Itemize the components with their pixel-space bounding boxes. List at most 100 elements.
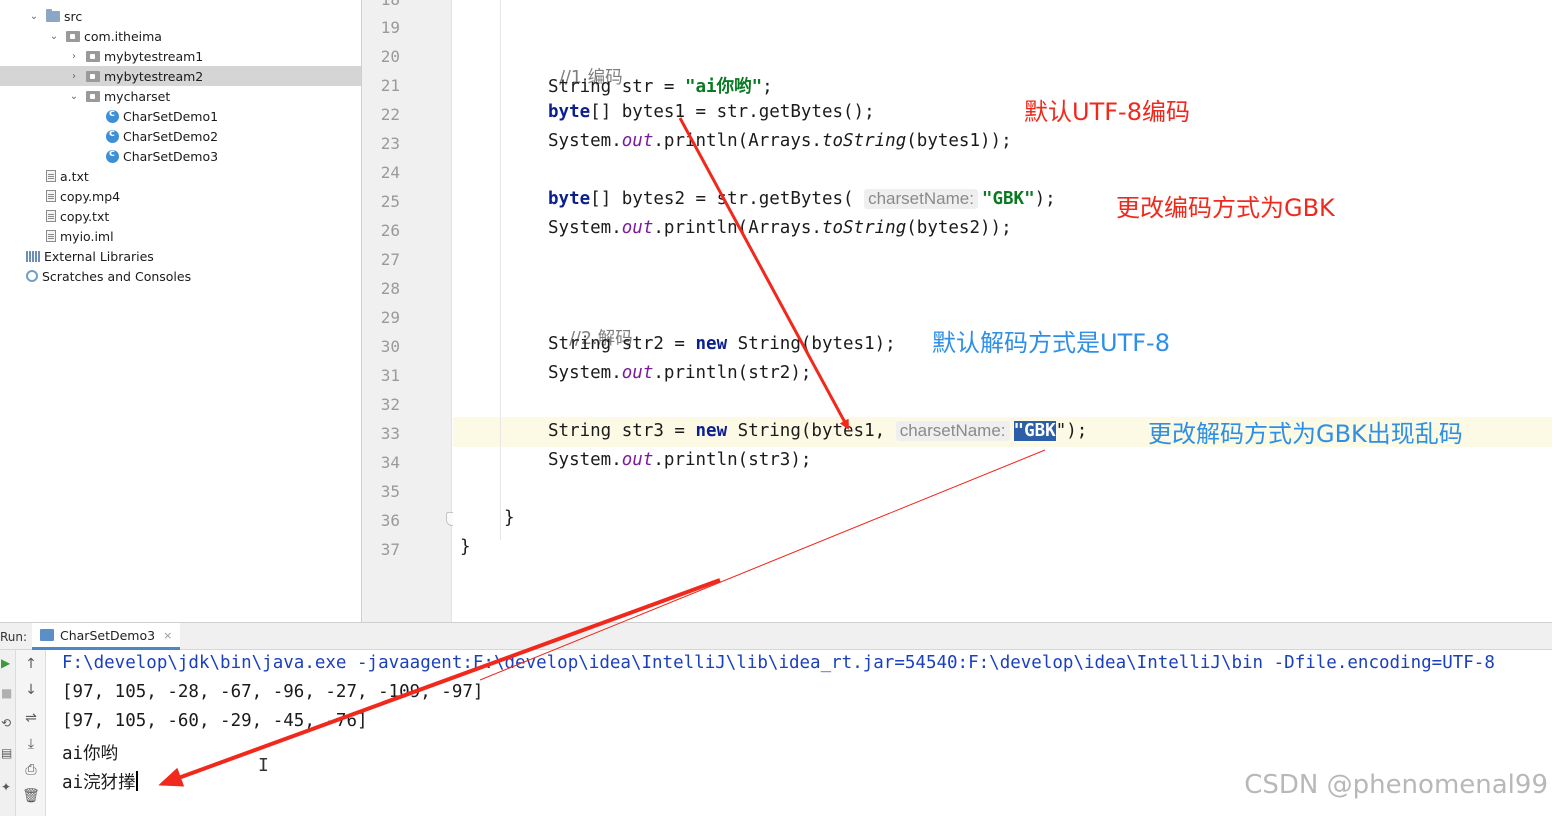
close-icon[interactable]: × [163,629,172,642]
tree-item-label: copy.txt [60,208,110,224]
keyword: byte [548,189,591,209]
tree-item-label: mybytestream1 [104,48,204,64]
class-icon [106,148,119,163]
parameter-hint: charsetName: [895,421,1010,441]
tree-item[interactable]: › mybytestream2 [0,66,361,86]
static-field: out [621,450,654,470]
line-number: 27 [380,250,400,269]
package-icon [86,50,100,62]
scroll-down-icon[interactable]: ↓ [16,682,46,698]
code-text: ; [762,77,773,97]
file-icon [46,210,56,222]
tree-item-label: CharSetDemo2 [123,128,219,144]
tree-item[interactable]: ⌄ src [0,6,361,26]
console-line: F:\develop\jdk\bin\java.exe -javaagent:F… [62,653,1495,673]
tree-item[interactable]: copy.mp4 [0,186,361,206]
restore-layout-icon[interactable]: ⟲ [1,716,11,730]
code-text: System. [548,131,622,151]
text-caret [135,771,138,791]
tree-item-label: CharSetDemo3 [123,148,219,164]
trash-icon[interactable]: 🗑 [16,788,46,804]
keyword: new [695,421,728,441]
code-text: "); [1055,421,1088,441]
line-number: 33 [380,424,400,443]
tree-item[interactable]: › mybytestream1 [0,46,361,66]
code-text: .println(Arrays. [653,218,822,238]
scroll-to-end-icon[interactable]: ⤓ [16,736,46,752]
code-text: String(bytes1); [727,334,896,354]
chevron-right-icon[interactable]: › [68,51,80,62]
tree-item-label: myio.iml [60,228,114,244]
code-text: String str3 = [548,421,696,441]
code-text: [] bytes2 = str.getBytes( [590,189,865,209]
tree-item[interactable]: CharSetDemo3 [0,146,361,166]
code-line-21[interactable]: String str = "ai你哟"; [548,73,773,98]
code-line-34[interactable]: System.out.println(str3); [548,450,811,470]
code-line-30[interactable]: String str2 = new String(bytes1); [548,334,896,354]
code-line-33[interactable]: String str3 = new String(bytes1, charset… [548,421,1087,441]
line-number: 23 [380,134,400,153]
run-label: Run: [0,630,28,644]
class-icon [106,128,119,143]
selected-string-literal: "GBK [1013,421,1056,441]
code-line-22[interactable]: byte[] bytes1 = str.getBytes(); [548,102,875,122]
code-line-23[interactable]: System.out.println(Arrays.toString(bytes… [548,131,1012,151]
run-panel-header: Run: CharSetDemo3 × [0,622,1552,650]
tab-title: CharSetDemo3 [60,627,156,643]
package-icon [86,90,100,102]
tree-item[interactable]: External Libraries [0,246,361,266]
tree-item[interactable]: ⌄ mycharset [0,86,361,106]
keyword: byte [548,102,591,122]
code-text: ); [1034,189,1056,209]
code-line-31[interactable]: System.out.println(str2); [548,363,811,383]
pin-icon[interactable]: ✦ [1,780,11,794]
camera-icon[interactable]: ▤ [1,746,12,760]
print-icon[interactable]: ⎙ [16,762,46,778]
line-number: 26 [380,221,400,240]
code-text: (bytes2)); [906,218,1012,238]
tree-item[interactable]: CharSetDemo2 [0,126,361,146]
line-number-gutter: 18 19 20 21 22 23 24 25 26 27 28 29 30 31 32 33 34 35 36 3… [362,0,452,622]
code-text: .println(Arrays. [653,131,822,151]
indent-guide [500,0,501,540]
annotation-default-decoding-utf8: 默认解码方式是UTF-8 [932,329,1170,357]
code-line-25[interactable]: byte[] bytes2 = str.getBytes( charsetNam… [548,189,1056,209]
chevron-down-icon[interactable]: ⌄ [68,91,80,102]
tree-item-label: mybytestream2 [104,68,204,84]
code-text: System. [548,450,622,470]
line-number: 25 [380,192,400,211]
code-text: .println(str2); [653,363,812,383]
stop-icon[interactable]: ■ [1,686,12,700]
file-icon [46,190,56,202]
package-icon [86,70,100,82]
line-number: 20 [380,47,400,66]
tree-item[interactable]: Scratches and Consoles [0,266,361,286]
code-line-37[interactable]: } [460,537,471,557]
code-line-26[interactable]: System.out.println(Arrays.toString(bytes… [548,218,1012,238]
console-line: [97, 105, -60, -29, -45, -76] [62,711,368,731]
chevron-right-icon[interactable]: › [68,71,80,82]
code-text: System. [548,218,622,238]
rerun-icon[interactable]: ▶ [1,656,10,670]
file-icon [46,230,56,242]
chevron-down-icon[interactable]: ⌄ [28,11,40,22]
console-line: [97, 105, -28, -67, -96, -27, -109, -97] [62,682,484,702]
scroll-up-icon[interactable]: ↑ [16,656,46,672]
line-number: 22 [380,105,400,124]
tree-item[interactable]: myio.iml [0,226,361,246]
tree-item-label: External Libraries [44,248,154,264]
tree-item[interactable]: copy.txt [0,206,361,226]
tree-item[interactable]: a.txt [0,166,361,186]
chevron-down-icon[interactable]: ⌄ [48,31,60,42]
tree-item-label: com.itheima [84,28,162,44]
line-number: 29 [380,308,400,327]
line-number: 21 [380,76,400,95]
tree-item[interactable]: ⌄ com.itheima [0,26,361,46]
tree-item[interactable]: CharSetDemo1 [0,106,361,126]
tree-item-label: CharSetDemo1 [123,108,219,124]
soft-wrap-icon[interactable]: ⇌ [16,710,46,726]
parameter-hint: charsetName: [864,189,978,209]
code-line-36[interactable]: } [504,508,515,528]
tab-charsetdemo3[interactable]: CharSetDemo3 × [32,623,181,650]
code-text: [] bytes1 = str.getBytes(); [590,102,875,122]
